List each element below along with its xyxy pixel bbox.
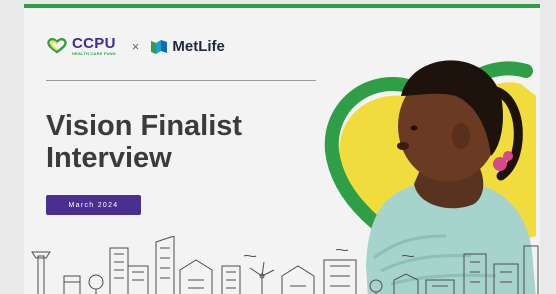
page-title: Vision Finalist Interview bbox=[46, 110, 242, 174]
date-badge: March 2024 bbox=[46, 195, 141, 215]
metlife-logo-icon bbox=[151, 40, 168, 54]
ccpu-subtitle: HEALTH CARE FUND bbox=[72, 51, 116, 56]
partnership-separator: × bbox=[131, 38, 140, 54]
title-line-1: Vision Finalist bbox=[46, 110, 243, 142]
ccpu-name: CCPU bbox=[72, 35, 116, 52]
logo-row: CCPU HEALTH CARE FUND × MetLife bbox=[46, 34, 225, 58]
city-skyline-illustration bbox=[31, 236, 539, 294]
ccpu-logo-icon bbox=[47, 38, 67, 54]
metlife-name: MetLife bbox=[172, 37, 225, 55]
ccpu-logo: CCPU HEALTH CARE FUND bbox=[72, 36, 116, 56]
slide-card: CCPU HEALTH CARE FUND × MetLife Vision F… bbox=[24, 4, 540, 294]
title-line-2: Interview bbox=[46, 142, 172, 174]
header-divider bbox=[46, 80, 316, 81]
